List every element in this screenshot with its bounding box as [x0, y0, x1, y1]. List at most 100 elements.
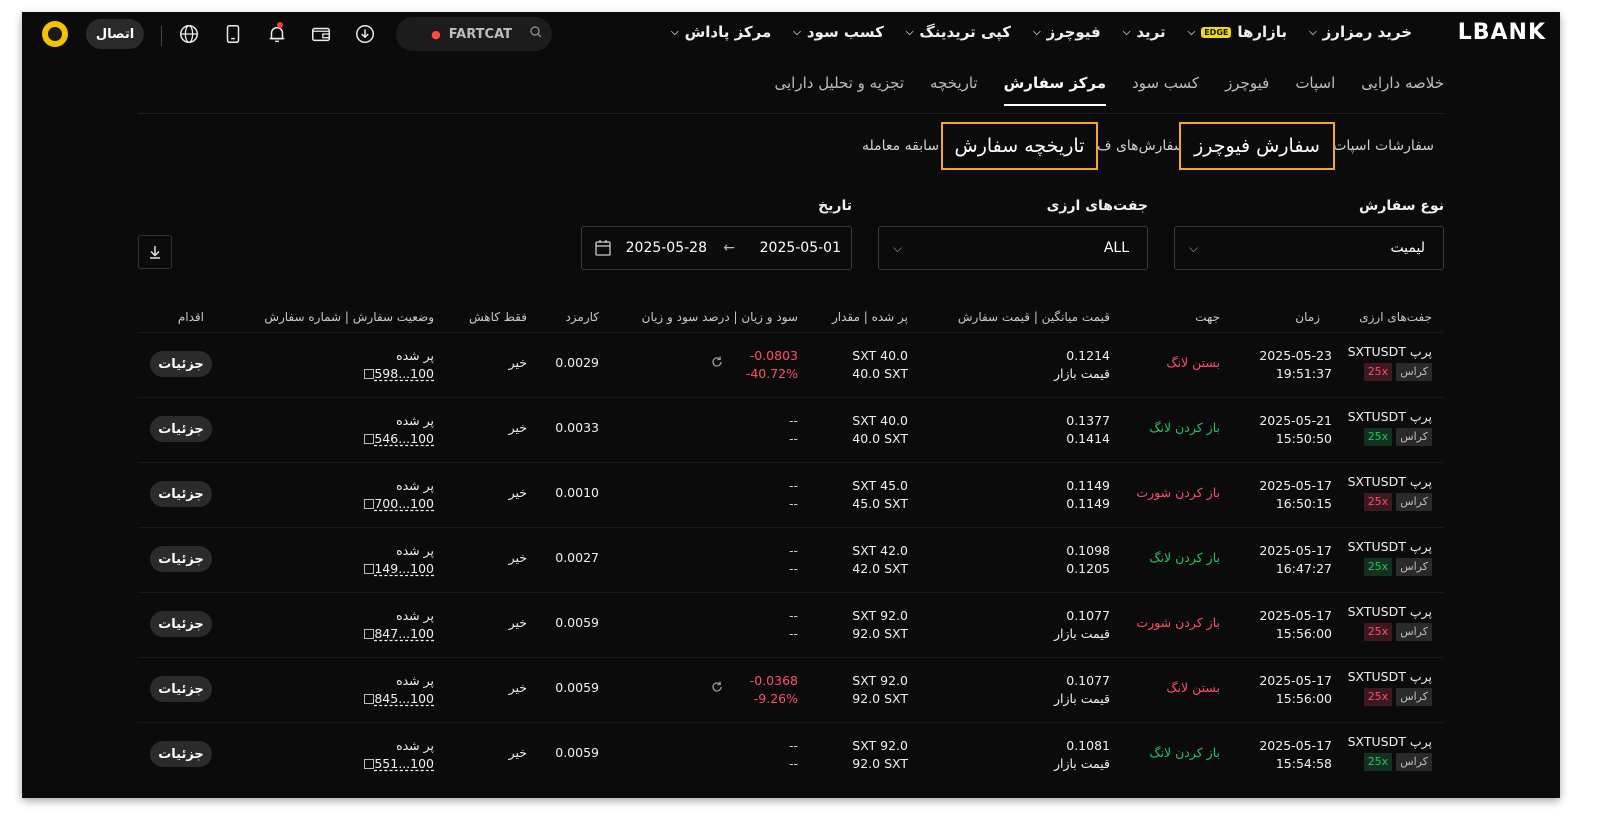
notification-dot [277, 22, 283, 28]
pair-symbol[interactable]: SXTUSDT پرپ [1348, 603, 1432, 621]
col-filled: پر شده | مقدار [831, 310, 908, 324]
col-reduce-only: فقط کاهش [468, 310, 527, 324]
tab-asset-summary[interactable]: خلاصه دارایی [1361, 74, 1444, 106]
order-number[interactable]: 598...100 [374, 366, 434, 381]
order-number[interactable]: 847...100 [374, 626, 434, 641]
tab-order-center[interactable]: مرکز سفارش [1003, 74, 1107, 106]
order-number[interactable]: 700...100 [374, 496, 434, 511]
order-number-wrap: 546...100 [359, 430, 434, 448]
chevron-down-icon: ⌵ [670, 26, 679, 38]
order-number[interactable]: 546...100 [374, 431, 434, 446]
side-cell: باز کردن لانگ [1149, 745, 1220, 760]
date-from[interactable]: 2025-05-01 [760, 240, 841, 256]
connect-button[interactable]: اتصال [86, 19, 144, 49]
nav-label: فیوچرز [1046, 23, 1101, 41]
nav-futures[interactable]: فیوچرز ⌵ [1033, 23, 1101, 41]
filled-cell: SXT 40.0 40.0 SXT [852, 347, 908, 383]
reduce-only-cell: خیر [508, 550, 527, 565]
bell-icon[interactable] [265, 22, 289, 46]
nav-markets[interactable]: بازارها EDGE ⌵ [1188, 23, 1287, 41]
margin-mode-badge: کراس [1396, 623, 1432, 641]
pnl-percent: -40.72% [745, 366, 798, 381]
reduce-only-cell: خیر [508, 680, 527, 695]
order-number[interactable]: 551...100 [374, 756, 434, 771]
tab-history[interactable]: تاریخچه [930, 74, 978, 106]
order-quantity: 92.0 SXT [852, 691, 908, 706]
nav-copy-trading[interactable]: کپی تریدینگ ⌵ [906, 23, 1011, 41]
table-row: SXTUSDT پرپ کراس 25x 2025-05-17 16:47:27… [138, 527, 1444, 592]
order-number[interactable]: 845...100 [374, 691, 434, 706]
fee-cell: 0.0029 [555, 355, 599, 370]
pairs-select[interactable]: ALL ⌵ [878, 226, 1148, 270]
tab-asset-analysis[interactable]: تجزیه و تحلیل دارایی [774, 74, 904, 106]
chevron-down-icon: ⌵ [893, 240, 903, 255]
pnl-value: -- [788, 543, 798, 558]
order-type-select[interactable]: لیمیت ⌵ [1174, 226, 1444, 270]
pair-symbol[interactable]: SXTUSDT پرپ [1348, 733, 1432, 751]
tab-futures[interactable]: فیوچرز [1225, 74, 1269, 106]
export-download-button[interactable] [138, 235, 172, 269]
globe-icon[interactable] [177, 22, 201, 46]
pnl-percent: -- [788, 431, 798, 446]
order-status: پر شده [396, 673, 434, 688]
pair-symbol[interactable]: SXTUSDT پرپ [1348, 538, 1432, 556]
table-header: جفت‌های ارزی زمان جهت قیمت میانگین | قیم… [138, 310, 1444, 334]
share-icon[interactable] [710, 680, 724, 697]
brand-logo[interactable]: LBANK [1458, 20, 1546, 45]
copy-icon[interactable] [364, 629, 375, 639]
subtab-trade-history-partial[interactable]: سابقه معامله [862, 138, 939, 154]
nav-earn[interactable]: کسب سود ⌵ [793, 23, 884, 41]
pair-symbol[interactable]: SXTUSDT پرپ [1348, 473, 1432, 491]
pnl-percent: -- [788, 561, 798, 576]
details-button[interactable]: جزئیات [150, 416, 212, 442]
date-to[interactable]: 2025-05-28 [626, 240, 707, 256]
price-cell: 0.1081 قیمت بازار [1054, 737, 1110, 773]
pair-symbol[interactable]: SXTUSDT پرپ [1348, 408, 1432, 426]
order-price: 0.1205 [1066, 561, 1110, 576]
download-icon[interactable] [353, 22, 377, 46]
col-fee: کارمزد [565, 310, 599, 324]
details-button[interactable]: جزئیات [150, 611, 212, 637]
highlight-futures-orders[interactable]: سفارش فیوچرز [1179, 122, 1335, 170]
filled-cell: SXT 40.0 40.0 SXT [852, 412, 908, 448]
details-button[interactable]: جزئیات [150, 676, 212, 702]
search-input[interactable]: ● FARTCAT [396, 17, 552, 51]
tab-earn[interactable]: کسب سود [1132, 74, 1199, 106]
margin-mode-badge: کراس [1396, 363, 1432, 381]
pnl-cell: -- -- [789, 542, 798, 578]
avatar[interactable] [42, 21, 68, 47]
order-number[interactable]: 149...100 [374, 561, 434, 576]
order-quantity: 40.0 SXT [852, 431, 908, 446]
copy-icon[interactable] [364, 434, 375, 444]
copy-icon[interactable] [364, 694, 375, 704]
copy-icon[interactable] [364, 499, 375, 509]
copy-icon[interactable] [364, 369, 375, 379]
details-button[interactable]: جزئیات [150, 351, 212, 377]
pnl-cell: -- -- [789, 607, 798, 643]
order-clock: 19:51:37 [1275, 366, 1332, 381]
highlight-order-history[interactable]: تاریخچه سفارش [941, 122, 1098, 170]
wallet-icon[interactable] [309, 22, 333, 46]
subtab-futures-orders-partial[interactable]: سفارش‌های ف [1097, 138, 1186, 154]
pair-symbol[interactable]: SXTUSDT پرپ [1348, 668, 1432, 686]
nav-buy-crypto[interactable]: خرید رمزارز ⌵ [1309, 23, 1412, 41]
pair-tags: کراس 25x [1348, 753, 1432, 771]
copy-icon[interactable] [364, 564, 375, 574]
nav-rewards-center[interactable]: مرکز پاداش ⌵ [671, 23, 771, 41]
details-button[interactable]: جزئیات [150, 481, 212, 507]
subtab-spot-orders[interactable]: سفارشات اسپات [1333, 138, 1434, 154]
date-range-picker[interactable]: 2025-05-01 ← 2025-05-28 [581, 226, 852, 270]
nav-trade[interactable]: ترید ⌵ [1123, 23, 1166, 41]
filled-cell: SXT 92.0 92.0 SXT [852, 672, 908, 708]
pnl-cell: -- -- [789, 412, 798, 448]
copy-icon[interactable] [364, 759, 375, 769]
order-price: 0.1414 [1066, 431, 1110, 446]
tab-spot[interactable]: اسپات [1295, 74, 1335, 106]
chevron-down-icon: ⌵ [1122, 26, 1131, 38]
share-icon[interactable] [710, 355, 724, 372]
details-button[interactable]: جزئیات [150, 741, 212, 767]
details-button[interactable]: جزئیات [150, 546, 212, 572]
pair-symbol[interactable]: SXTUSDT پرپ [1348, 343, 1432, 361]
search-text: FARTCAT [448, 26, 512, 42]
device-icon[interactable] [221, 22, 245, 46]
